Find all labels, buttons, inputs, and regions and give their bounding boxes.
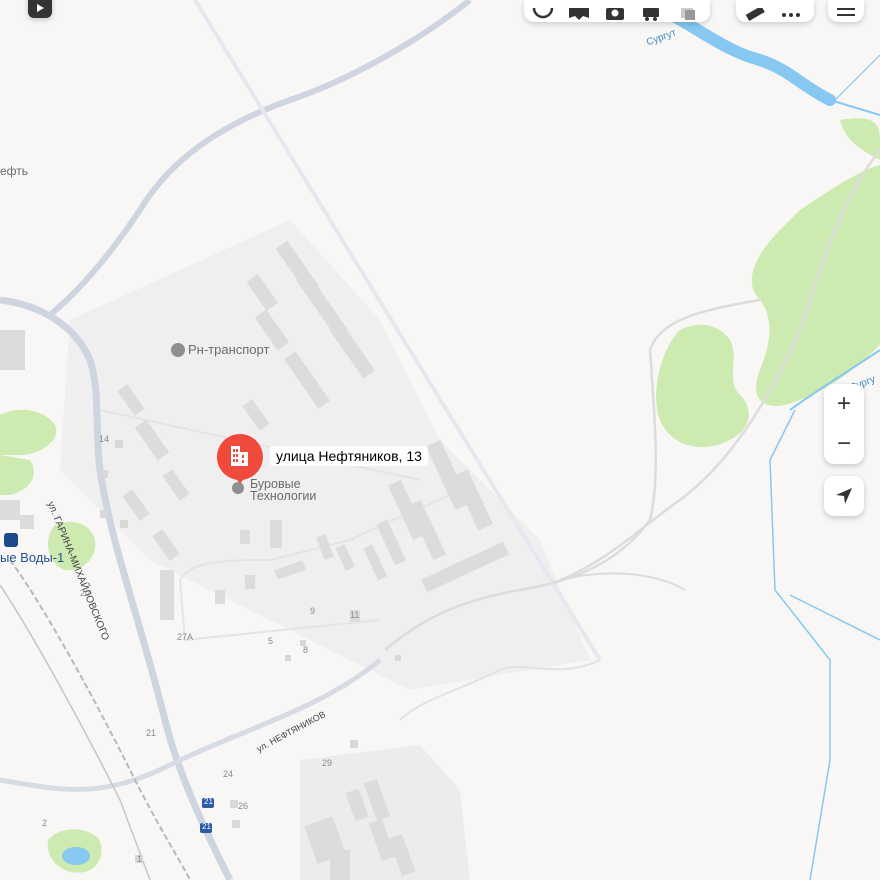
transport-button[interactable] bbox=[640, 2, 662, 22]
river-stream bbox=[829, 99, 880, 116]
menu-toolbar bbox=[828, 0, 864, 22]
road-shield-label: 21 bbox=[204, 797, 213, 806]
layers-icon bbox=[681, 8, 695, 20]
pond bbox=[62, 847, 90, 865]
zoom-out-button[interactable]: − bbox=[824, 424, 864, 464]
menu-button[interactable] bbox=[836, 2, 856, 22]
train-station-icon[interactable] bbox=[4, 533, 18, 547]
more-dots-icon bbox=[782, 13, 800, 17]
poi-label-tekhnologii[interactable]: Технологии bbox=[250, 489, 316, 503]
zoom-in-button[interactable]: + bbox=[824, 384, 864, 424]
factory-icon[interactable] bbox=[171, 343, 185, 357]
house-number: 26 bbox=[238, 801, 249, 811]
camera-icon bbox=[606, 8, 624, 20]
zoom-control: + − bbox=[824, 384, 864, 464]
poi-label-rn-transport[interactable]: Рн-транспорт bbox=[188, 342, 269, 357]
house-number: 20 bbox=[80, 588, 91, 598]
ruler-icon bbox=[745, 8, 765, 21]
house-number: 27А bbox=[177, 632, 194, 642]
station-label[interactable]: ые Воды-1 bbox=[0, 550, 64, 565]
stream bbox=[769, 409, 831, 880]
traffic-button[interactable] bbox=[532, 2, 554, 22]
place-label: ефть bbox=[0, 164, 29, 178]
selected-address-label[interactable]: улица Нефтяников, 13 bbox=[270, 446, 428, 466]
layers-toolbar bbox=[524, 0, 710, 22]
map-book-icon bbox=[569, 8, 589, 20]
house-number: 1 bbox=[137, 854, 143, 864]
road-shield-label: 21 bbox=[202, 822, 211, 831]
panorama-button[interactable] bbox=[568, 2, 590, 22]
house-number: 9 bbox=[310, 606, 316, 616]
tools-toolbar bbox=[736, 0, 814, 22]
house-number: 11 bbox=[350, 610, 360, 620]
house-number: 8 bbox=[303, 645, 309, 655]
dirt-road bbox=[559, 572, 686, 591]
forest-area bbox=[656, 324, 749, 448]
layers-button[interactable] bbox=[676, 2, 698, 22]
house-number: 2 bbox=[42, 818, 48, 828]
stream bbox=[789, 594, 880, 641]
circle-icon bbox=[532, 8, 554, 19]
photo-button[interactable] bbox=[604, 2, 626, 22]
house-number: 14 bbox=[99, 434, 110, 444]
house-number: 21 bbox=[146, 728, 157, 738]
bus-icon bbox=[643, 8, 659, 21]
forest-area bbox=[0, 455, 34, 495]
hamburger-icon bbox=[837, 8, 855, 16]
forest-area bbox=[0, 409, 57, 455]
stream bbox=[834, 54, 880, 101]
house-number: 24 bbox=[223, 769, 234, 779]
geolocation-button[interactable] bbox=[824, 476, 864, 516]
play-button[interactable] bbox=[28, 0, 52, 18]
map-canvas[interactable] bbox=[0, 0, 880, 880]
more-button[interactable] bbox=[780, 2, 802, 22]
house-number: 29 bbox=[322, 758, 333, 768]
factory-icon[interactable] bbox=[232, 482, 244, 494]
location-arrow-icon bbox=[836, 488, 852, 504]
play-icon bbox=[37, 4, 44, 12]
forest-area bbox=[840, 118, 880, 160]
house-number: 5 bbox=[268, 636, 274, 646]
ruler-button[interactable] bbox=[744, 2, 766, 22]
